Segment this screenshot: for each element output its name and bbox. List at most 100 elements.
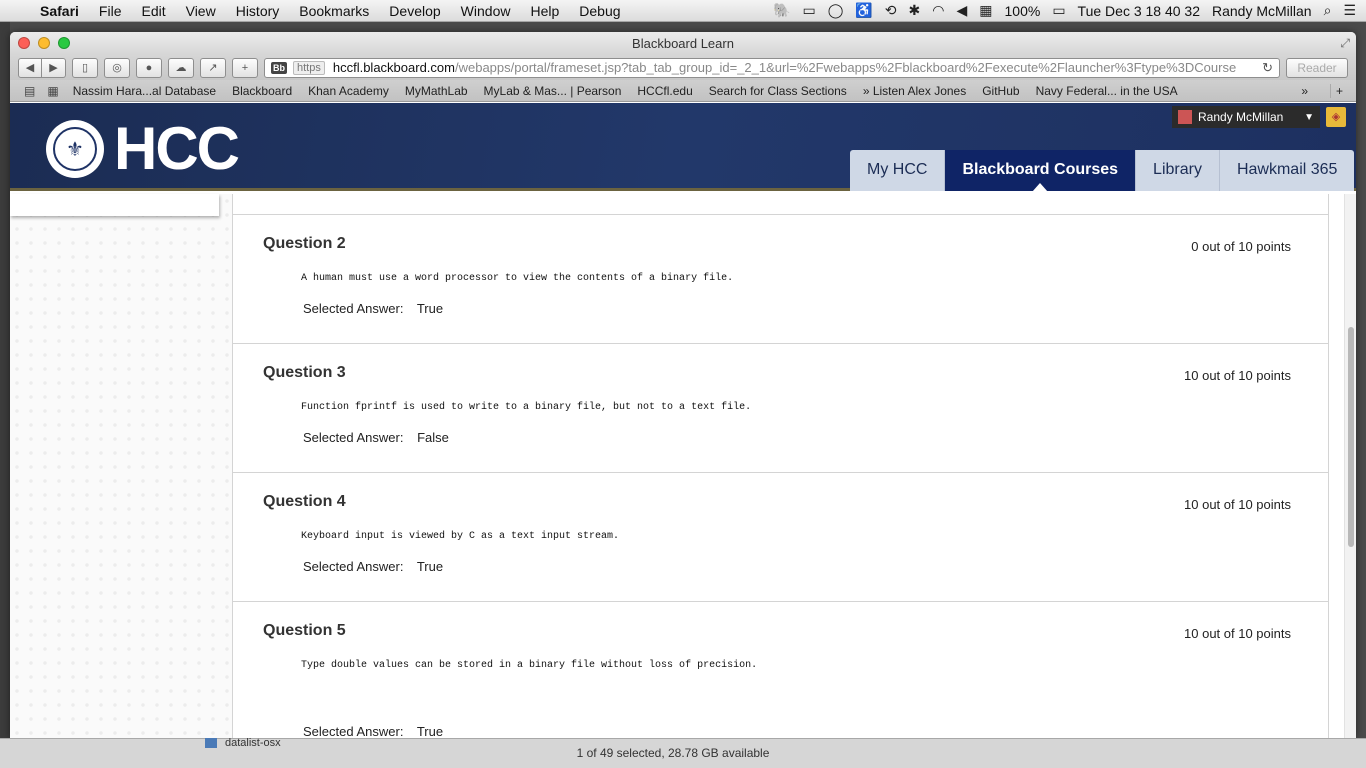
college-seal-icon: ⚜ bbox=[46, 120, 104, 178]
menu-help[interactable]: Help bbox=[520, 3, 569, 19]
selected-answer-label: Selected Answer: bbox=[303, 724, 404, 738]
reload-icon[interactable]: ↻ bbox=[1256, 60, 1273, 76]
wifi-icon[interactable]: ◠ bbox=[932, 2, 944, 19]
tab-my-hcc[interactable]: My HCC bbox=[850, 150, 946, 191]
reading-list-icon[interactable]: ▯ bbox=[72, 57, 98, 78]
bookmark-item[interactable]: Blackboard bbox=[224, 84, 300, 98]
question-points: 0 out of 10 points bbox=[1191, 239, 1291, 254]
hcc-logo[interactable]: ⚜ HCC bbox=[46, 115, 240, 182]
more-bookmarks-icon[interactable]: » bbox=[1301, 84, 1330, 98]
time-machine-icon[interactable]: ⟲ bbox=[885, 2, 897, 19]
user-menu: Randy McMillan ▼ ◈ bbox=[1172, 106, 1346, 128]
top-sites-icon[interactable]: ▦ bbox=[41, 84, 64, 98]
ghostery-icon[interactable]: ● bbox=[136, 57, 162, 78]
selected-answer: Selected Answer: True bbox=[303, 559, 443, 574]
title-bar[interactable]: Blackboard Learn ⤢ bbox=[10, 32, 1356, 55]
new-tab-button[interactable]: + bbox=[232, 57, 258, 78]
bookmark-item[interactable]: Navy Federal... in the USA bbox=[1028, 84, 1186, 98]
back-button[interactable]: ◀ bbox=[18, 57, 42, 78]
question-block: Question 3 10 out of 10 points Function … bbox=[233, 344, 1328, 473]
bookmark-item[interactable]: GitHub bbox=[974, 84, 1027, 98]
selected-answer-label: Selected Answer: bbox=[303, 559, 404, 574]
bookmark-item[interactable]: Nassim Hara...al Database bbox=[65, 84, 224, 98]
menu-develop[interactable]: Develop bbox=[379, 3, 450, 19]
menu-file[interactable]: File bbox=[89, 3, 132, 19]
selected-answer: Selected Answer: True bbox=[303, 724, 443, 738]
bookmark-item[interactable]: Khan Academy bbox=[300, 84, 397, 98]
share-icon[interactable]: ↗ bbox=[200, 57, 226, 78]
accessibility-icon[interactable]: ♿ bbox=[855, 2, 872, 19]
page-scrollbar[interactable] bbox=[1344, 194, 1356, 738]
menu-history[interactable]: History bbox=[226, 3, 290, 19]
url-path: /webapps/portal/frameset.jsp?tab_tab_gro… bbox=[454, 60, 1237, 75]
battery-percent[interactable]: 100% bbox=[1005, 3, 1041, 19]
close-window-button[interactable] bbox=[18, 37, 30, 49]
menu-view[interactable]: View bbox=[176, 3, 226, 19]
desktop-background bbox=[0, 22, 10, 768]
bookmark-item[interactable]: MyLab & Mas... | Pearson bbox=[476, 84, 630, 98]
test-results-content: Question 2 0 out of 10 points A human mu… bbox=[232, 194, 1329, 738]
menu-window[interactable]: Window bbox=[451, 3, 521, 19]
question-points: 10 out of 10 points bbox=[1184, 497, 1291, 512]
url-host: hccfl.blackboard.com bbox=[332, 60, 455, 75]
caret-down-icon: ▼ bbox=[1304, 111, 1314, 123]
fullscreen-icon[interactable]: ⤢ bbox=[1340, 36, 1350, 51]
notifications-icon[interactable]: ◈ bbox=[1326, 107, 1346, 127]
selected-answer-label: Selected Answer: bbox=[303, 430, 404, 445]
question-block: Question 2 0 out of 10 points A human mu… bbox=[233, 215, 1328, 344]
question-divider bbox=[233, 194, 1328, 215]
menu-debug[interactable]: Debug bbox=[569, 3, 630, 19]
question-title: Question 4 bbox=[263, 493, 346, 510]
portal-tabs: My HCC Blackboard Courses Library Hawkma… bbox=[850, 150, 1355, 192]
question-block: Question 5 10 out of 10 points Type doub… bbox=[233, 602, 1328, 738]
https-badge: https bbox=[293, 60, 325, 75]
minimize-window-button[interactable] bbox=[38, 37, 50, 49]
tab-library[interactable]: Library bbox=[1136, 150, 1220, 191]
question-points: 10 out of 10 points bbox=[1184, 626, 1291, 641]
clock[interactable]: Tue Dec 3 18 40 32 bbox=[1078, 3, 1200, 19]
course-menu-column bbox=[10, 194, 232, 738]
add-tab-icon[interactable]: + bbox=[1330, 83, 1348, 98]
site-header: ⚜ HCC Randy McMillan ▼ ◈ My HCC Blackboa… bbox=[10, 103, 1356, 192]
scrollbar-thumb[interactable] bbox=[1348, 327, 1354, 547]
menu-bookmarks[interactable]: Bookmarks bbox=[289, 3, 379, 19]
site-favicon-icon: Bb bbox=[271, 61, 287, 74]
bookmark-item[interactable]: MyMathLab bbox=[397, 84, 476, 98]
user-name: Randy McMillan bbox=[1198, 110, 1284, 124]
address-bar[interactable]: Bb https hccfl.blackboard.com /webapps/p… bbox=[264, 57, 1280, 78]
tab-hawkmail[interactable]: Hawkmail 365 bbox=[1219, 150, 1355, 191]
evernote-icon[interactable]: 🐘 bbox=[773, 2, 790, 19]
logo-text: HCC bbox=[114, 115, 240, 182]
browser-window: Blackboard Learn ⤢ ◀ ▶ ▯ ◎ ● ☁ ↗ + Bb ht… bbox=[10, 32, 1356, 738]
menubar-user[interactable]: Randy McMillan bbox=[1212, 3, 1312, 19]
selected-answer-value: False bbox=[417, 430, 449, 445]
extension-icon[interactable]: ◎ bbox=[104, 57, 130, 78]
menu-bar: Safari File Edit View History Bookmarks … bbox=[0, 0, 1366, 22]
bookmark-item[interactable]: » Listen Alex Jones bbox=[855, 84, 974, 98]
question-text: Function fprintf is used to write to a b… bbox=[301, 402, 752, 413]
reader-button[interactable]: Reader bbox=[1286, 57, 1348, 78]
spotlight-icon[interactable]: ⌕ bbox=[1324, 2, 1332, 19]
keyboard-icon[interactable]: ▦ bbox=[979, 2, 992, 19]
volume-icon[interactable]: ◀ bbox=[956, 2, 967, 19]
notification-center-icon[interactable]: ☰ bbox=[1343, 2, 1356, 19]
tab-blackboard-courses[interactable]: Blackboard Courses bbox=[945, 150, 1137, 192]
book-icon[interactable]: ▤ bbox=[18, 84, 41, 98]
question-title: Question 5 bbox=[263, 622, 346, 639]
forward-button[interactable]: ▶ bbox=[42, 57, 66, 78]
airplay-icon[interactable]: ▭ bbox=[802, 2, 815, 19]
question-title: Question 2 bbox=[263, 235, 346, 252]
bookmark-item[interactable]: Search for Class Sections bbox=[701, 84, 855, 98]
battery-icon[interactable]: ▭ bbox=[1052, 2, 1065, 19]
bookmark-item[interactable]: HCCfl.edu bbox=[629, 84, 700, 98]
question-block: Question 4 10 out of 10 points Keyboard … bbox=[233, 473, 1328, 602]
menu-app[interactable]: Safari bbox=[34, 3, 89, 19]
zoom-window-button[interactable] bbox=[58, 37, 70, 49]
icloud-icon[interactable]: ☁ bbox=[168, 57, 194, 78]
selected-answer-label: Selected Answer: bbox=[303, 301, 404, 316]
messages-icon[interactable]: ◯ bbox=[828, 2, 844, 19]
bluetooth-icon[interactable]: ✱ bbox=[909, 2, 921, 19]
menu-edit[interactable]: Edit bbox=[131, 3, 175, 19]
bookmarks-bar: ▤ ▦ Nassim Hara...al Database Blackboard… bbox=[10, 80, 1356, 102]
user-dropdown[interactable]: Randy McMillan ▼ bbox=[1172, 106, 1320, 128]
